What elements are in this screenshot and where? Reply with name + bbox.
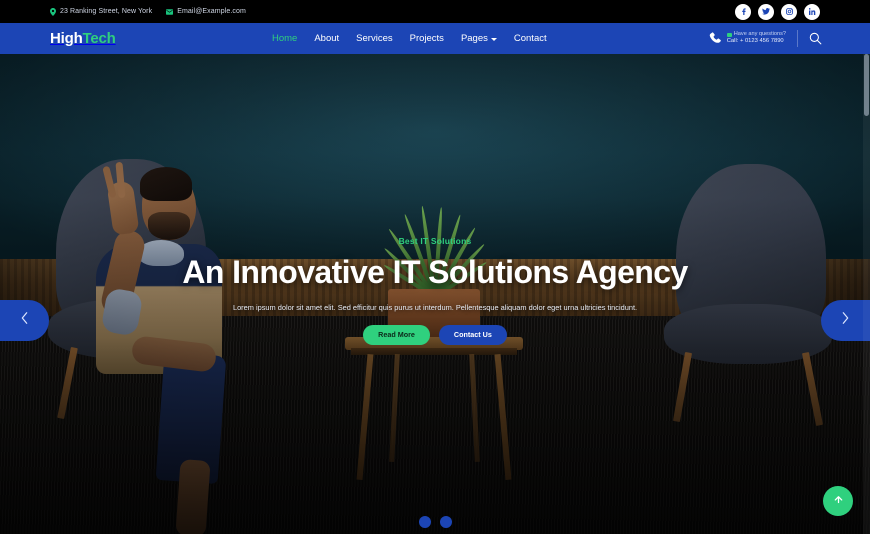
- nav-menu: Home About Services Projects Pages Conta…: [272, 33, 547, 44]
- phone-number: Call: + 0123 456 7890: [726, 38, 784, 45]
- hero-headline: An Innovative IT Solutions Agency: [182, 254, 688, 290]
- nav-item-contact[interactable]: Contact: [514, 33, 547, 44]
- page-scrollbar[interactable]: [863, 54, 870, 534]
- nav-item-about[interactable]: About: [314, 33, 339, 44]
- social-twitter[interactable]: [758, 3, 774, 20]
- social-linkedin[interactable]: [804, 3, 820, 20]
- envelope-icon: [166, 8, 174, 15]
- top-info-bar: 23 Ranking Street, New York Email@Exampl…: [0, 0, 870, 23]
- nav-right-group: Have any questions? Call: + 0123 456 789…: [709, 30, 822, 47]
- hero-paragraph: Lorem ipsum dolor sit amet elit. Sed eff…: [232, 303, 638, 312]
- chevron-down-icon: [490, 37, 497, 41]
- hero-eyebrow: Best IT Solutions: [398, 236, 472, 246]
- phone-icon: [709, 32, 722, 45]
- email-text: Email@Example.com: [177, 8, 246, 15]
- phone-question-text: Have any questions?: [733, 31, 786, 38]
- scrollbar-thumb[interactable]: [864, 54, 869, 116]
- back-to-top-button[interactable]: [823, 486, 853, 516]
- nav-divider: [797, 30, 798, 47]
- chevron-right-icon: [840, 311, 851, 330]
- nav-label-about: About: [314, 33, 340, 44]
- nav-item-home[interactable]: Home: [272, 33, 297, 44]
- green-marker-icon: [726, 32, 732, 37]
- nav-label-services: Services: [356, 33, 393, 44]
- location-pin-icon: [50, 7, 56, 16]
- chevron-left-icon: [19, 311, 30, 330]
- logo-text-second: Tech: [82, 30, 116, 47]
- social-facebook[interactable]: [735, 3, 751, 20]
- phone-question: Have any questions?: [726, 31, 786, 38]
- contact-us-button[interactable]: Contact Us: [438, 324, 507, 345]
- carousel-prev-button[interactable]: [0, 300, 49, 341]
- nav-label-projects: Projects: [409, 33, 444, 44]
- main-navbar: HighTech Home About Services Projects Pa…: [0, 23, 870, 54]
- hero-content: Best IT Solutions An Innovative IT Solut…: [0, 54, 870, 534]
- carousel-dot-1[interactable]: [418, 516, 431, 528]
- topbar-contact-group: 23 Ranking Street, New York Email@Exampl…: [50, 7, 246, 16]
- arrow-up-icon: [833, 492, 844, 510]
- hero-button-group: Read More Contact Us: [363, 324, 507, 345]
- topbar-email[interactable]: Email@Example.com: [166, 8, 246, 15]
- search-icon[interactable]: [809, 32, 822, 45]
- address-text: 23 Ranking Street, New York: [60, 8, 153, 15]
- logo-text-first: High: [50, 30, 83, 47]
- topbar-address: 23 Ranking Street, New York: [50, 7, 153, 16]
- social-instagram[interactable]: [781, 3, 797, 20]
- read-more-button[interactable]: Read More: [363, 324, 430, 345]
- nav-label-pages: Pages: [460, 33, 488, 44]
- nav-label-home: Home: [272, 33, 298, 44]
- phone-text-group: Have any questions? Call: + 0123 456 789…: [726, 31, 786, 45]
- carousel-dot-2[interactable]: [439, 516, 452, 528]
- hero-carousel: Best IT Solutions An Innovative IT Solut…: [0, 54, 870, 534]
- nav-item-services[interactable]: Services: [356, 33, 392, 44]
- carousel-indicators: [0, 516, 870, 528]
- social-links: [735, 0, 820, 23]
- page-root: 23 Ranking Street, New York Email@Exampl…: [0, 0, 870, 534]
- nav-item-pages[interactable]: Pages: [461, 33, 497, 44]
- nav-label-contact: Contact: [513, 33, 547, 44]
- site-logo[interactable]: HighTech: [50, 30, 116, 47]
- phone-contact[interactable]: Have any questions? Call: + 0123 456 789…: [709, 31, 786, 45]
- nav-item-projects[interactable]: Projects: [410, 33, 444, 44]
